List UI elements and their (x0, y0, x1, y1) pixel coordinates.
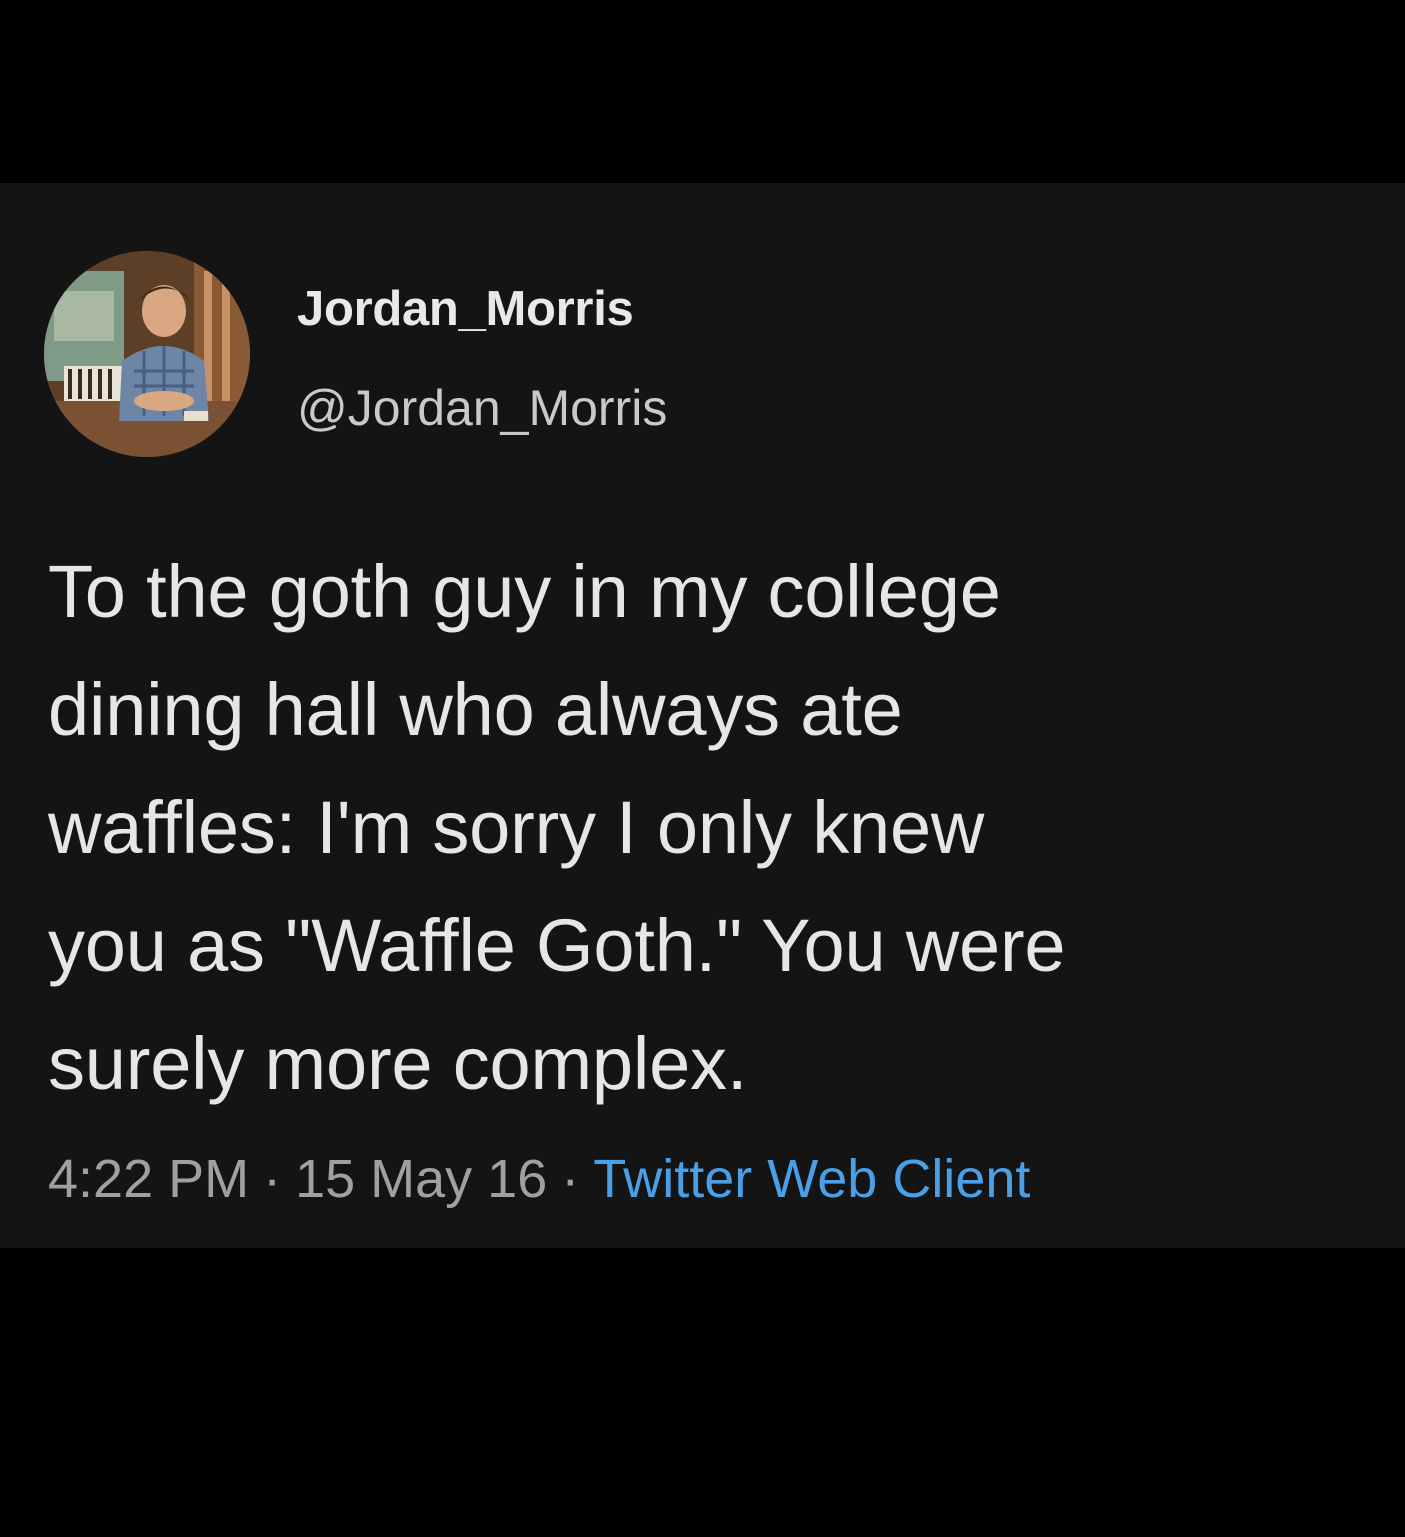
tweet-time[interactable]: 4:22 PM (48, 1149, 249, 1209)
tweet-card: Jordan_Morris @Jordan_Morris To the goth… (0, 183, 1405, 1248)
meta-separator: · (561, 1149, 580, 1209)
tweet-date[interactable]: 15 May 16 (295, 1149, 547, 1209)
tweet-meta: 4:22 PM · 15 May 16 · Twitter Web Client (48, 1148, 1030, 1210)
display-name[interactable]: Jordan_Morris (297, 281, 634, 337)
tweet-source-link[interactable]: Twitter Web Client (593, 1149, 1030, 1209)
meta-separator: · (263, 1149, 282, 1209)
avatar[interactable] (44, 251, 250, 457)
tweet-text: To the goth guy in my college dining hal… (48, 550, 1066, 1105)
profile-photo-icon (44, 251, 250, 457)
user-handle[interactable]: @Jordan_Morris (297, 379, 667, 437)
